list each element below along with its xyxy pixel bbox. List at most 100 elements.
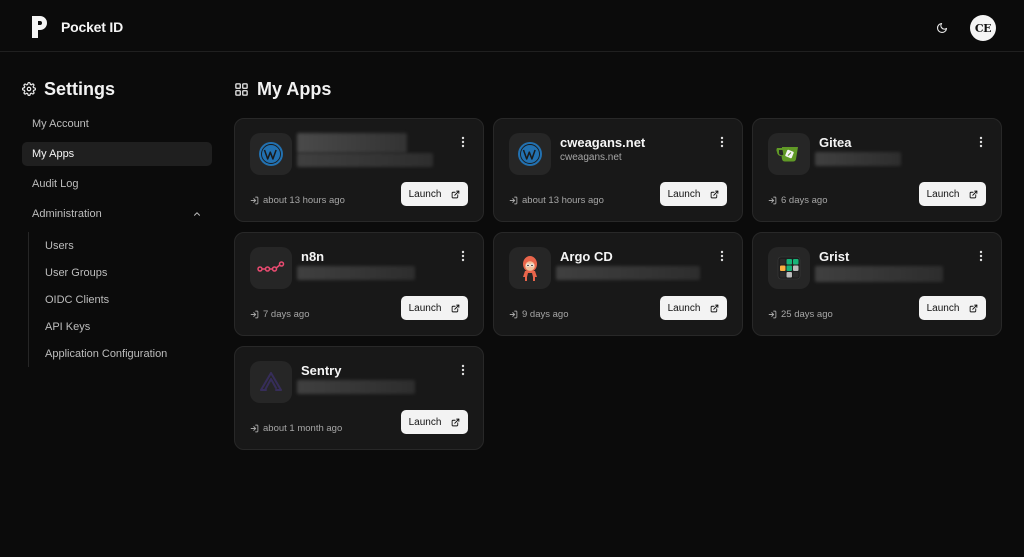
page-title: My Apps <box>234 78 331 100</box>
last-used-text: about 1 month ago <box>263 423 343 434</box>
launch-label: Launch <box>926 302 960 314</box>
last-used: 6 days ago <box>768 195 827 206</box>
app-name: n8n <box>301 249 325 264</box>
last-used-text: about 13 hours ago <box>522 195 604 206</box>
last-used-text: about 13 hours ago <box>263 195 345 206</box>
launch-button[interactable]: Launch <box>401 296 468 320</box>
login-icon <box>509 310 518 319</box>
last-used: 9 days ago <box>509 309 568 320</box>
launch-button[interactable]: Launch <box>660 296 727 320</box>
app-card: Grist 25 days ago Launch <box>752 232 1002 336</box>
top-bar: Pocket ID CE <box>0 0 1024 52</box>
app-menu-button[interactable] <box>459 363 467 377</box>
launch-button[interactable]: Launch <box>919 182 986 206</box>
redacted-app-url <box>556 266 700 280</box>
sidebar-item-user-groups[interactable]: User Groups <box>45 259 212 286</box>
more-vertical-icon <box>461 136 465 148</box>
app-icon-container <box>250 247 292 289</box>
redacted-app-url <box>297 153 433 167</box>
more-vertical-icon <box>461 250 465 262</box>
app-menu-button[interactable] <box>459 135 467 149</box>
app-name: Argo CD <box>560 249 613 264</box>
gear-icon <box>22 82 36 96</box>
launch-button[interactable]: Launch <box>401 182 468 206</box>
external-link-icon <box>711 304 719 312</box>
last-used-text: 7 days ago <box>263 309 310 320</box>
user-avatar[interactable]: CE <box>970 15 996 41</box>
brand-name[interactable]: Pocket ID <box>61 19 123 35</box>
more-vertical-icon <box>979 250 983 262</box>
redacted-app-url <box>297 380 415 394</box>
launch-button[interactable]: Launch <box>401 410 468 434</box>
redacted-app-url <box>815 152 901 166</box>
launch-button[interactable]: Launch <box>919 296 986 320</box>
settings-sidebar: Settings My Account My Apps Audit Log Ad… <box>22 78 212 367</box>
theme-toggle-button[interactable] <box>932 18 952 38</box>
launch-label: Launch <box>667 188 701 200</box>
app-name: Grist <box>819 249 850 264</box>
my-apps-heading: My Apps <box>257 78 332 99</box>
app-icon-container <box>509 133 551 175</box>
last-used: 25 days ago <box>768 309 833 320</box>
sidebar-item-my-account[interactable]: My Account <box>22 112 212 136</box>
argocd-icon <box>523 256 537 281</box>
external-link-icon <box>452 418 460 426</box>
more-vertical-icon <box>720 136 724 148</box>
last-used: 7 days ago <box>250 309 309 320</box>
external-link-icon <box>711 190 719 198</box>
sidebar-item-my-apps[interactable]: My Apps <box>22 142 212 166</box>
sidebar-item-oidc-clients[interactable]: OIDC Clients <box>45 286 212 313</box>
launch-label: Launch <box>408 302 442 314</box>
login-icon <box>509 196 518 205</box>
app-card: n8n 7 days ago Launch <box>234 232 484 336</box>
settings-heading: Settings <box>44 78 116 99</box>
sidebar-item-administration[interactable]: Administration <box>22 202 212 226</box>
sidebar-item-application-configuration[interactable]: Application Configuration <box>45 340 212 367</box>
settings-title: Settings <box>22 78 212 100</box>
sidebar-item-users[interactable]: Users <box>45 232 212 259</box>
gitea-icon <box>776 147 798 162</box>
app-menu-button[interactable] <box>977 135 985 149</box>
app-icon-container <box>768 247 810 289</box>
redacted-app-url <box>297 266 415 280</box>
administration-subnav: Users User Groups OIDC Clients API Keys … <box>28 232 212 367</box>
external-link-icon <box>970 190 978 198</box>
wordpress-icon <box>518 142 542 166</box>
chevron-up-icon <box>194 212 200 216</box>
external-link-icon <box>452 304 460 312</box>
app-menu-button[interactable] <box>718 249 726 263</box>
n8n-icon <box>257 261 285 272</box>
app-menu-button[interactable] <box>459 249 467 263</box>
wordpress-icon <box>259 142 283 166</box>
more-vertical-icon <box>979 136 983 148</box>
app-url: cweagans.net <box>560 152 622 163</box>
app-name: Gitea <box>819 135 852 150</box>
administration-label: Administration <box>32 208 102 220</box>
external-link-icon <box>452 190 460 198</box>
sidebar-item-api-keys[interactable]: API Keys <box>45 313 212 340</box>
pocket-id-logo-icon[interactable] <box>30 14 50 40</box>
launch-button[interactable]: Launch <box>660 182 727 206</box>
apps-grid-icon <box>235 82 248 96</box>
sentry-icon <box>260 372 282 391</box>
launch-label: Launch <box>408 188 442 200</box>
app-card: Sentry about 1 month ago Launch <box>234 346 484 450</box>
app-icon-container <box>768 133 810 175</box>
sidebar-item-audit-log[interactable]: Audit Log <box>22 172 212 196</box>
more-vertical-icon <box>461 364 465 376</box>
launch-label: Launch <box>926 188 960 200</box>
last-used-text: 6 days ago <box>781 195 828 206</box>
login-icon <box>768 310 777 319</box>
app-card: Gitea 6 days ago Launch <box>752 118 1002 222</box>
moon-icon <box>936 22 948 34</box>
last-used: about 1 month ago <box>250 423 342 434</box>
grist-icon <box>777 256 801 280</box>
last-used: about 13 hours ago <box>250 195 345 206</box>
launch-label: Launch <box>667 302 701 314</box>
app-menu-button[interactable] <box>977 249 985 263</box>
app-card: cweagans.net cweagans.net about 13 hours… <box>493 118 743 222</box>
external-link-icon <box>970 304 978 312</box>
app-menu-button[interactable] <box>718 135 726 149</box>
login-icon <box>250 310 259 319</box>
app-card: about 13 hours ago Launch <box>234 118 484 222</box>
